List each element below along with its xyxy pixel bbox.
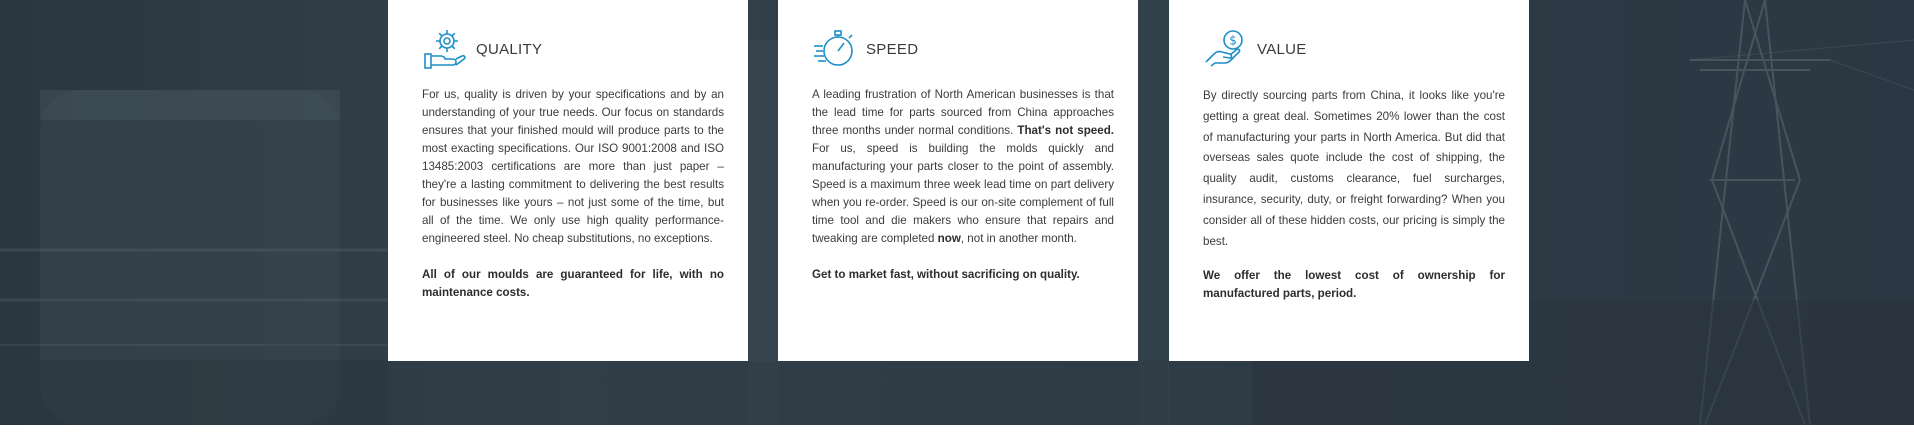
speed-stopwatch-icon [814,30,853,66]
quality-gear-hand-icon [424,30,466,69]
speed-card-title: SPEED [866,40,919,58]
quality-card-title: QUALITY [476,40,543,58]
value-card-body: By directly sourcing parts from China, i… [1203,86,1505,303]
speed-card-emphasis: Get to market fast, without sacrificing … [812,268,1080,281]
quality-card-emphasis: All of our moulds are guaranteed for lif… [422,268,724,299]
value-card-emphasis: We offer the lowest cost of ownership fo… [1203,269,1505,301]
speed-card: SPEED A leading frustration of North Ame… [778,0,1138,361]
svg-text:$: $ [1229,34,1237,48]
quality-card-paragraph: For us, quality is driven by your specif… [422,88,724,245]
speed-card-body: A leading frustration of North American … [812,86,1114,284]
quality-card-body: For us, quality is driven by your specif… [422,86,724,302]
page-bottom-band [0,425,1914,440]
value-card: $ VALUE By directly sourcing parts from … [1169,0,1529,361]
quality-card-header: QUALITY [422,22,724,76]
speed-card-paragraph: A leading frustration of North American … [812,88,1114,245]
value-hand-coin-icon: $ [1205,30,1243,67]
value-card-header: $ VALUE [1203,22,1505,76]
quality-card: QUALITY For us, quality is driven by you… [388,0,748,361]
value-card-paragraph: By directly sourcing parts from China, i… [1203,89,1505,248]
value-card-title: VALUE [1257,40,1307,58]
speed-card-header: SPEED [812,22,1114,76]
